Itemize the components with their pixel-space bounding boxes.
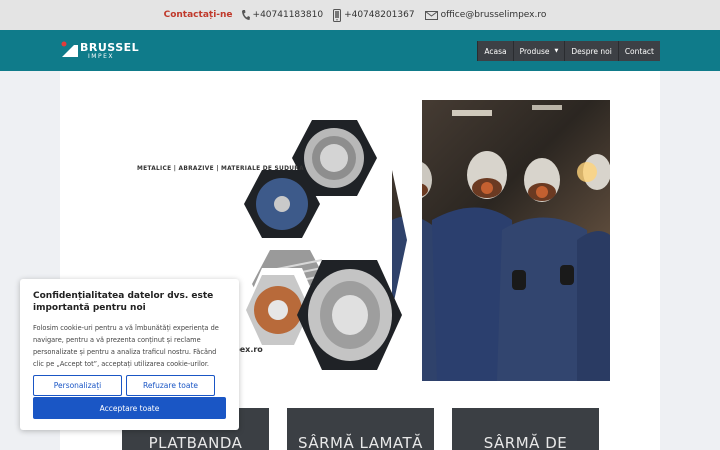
mobile-phone-icon bbox=[333, 8, 342, 22]
cookie-consent-dialog: Confidențialitatea datelor dvs. este imp… bbox=[20, 279, 239, 430]
cookie-description: Folosim cookie-uri pentru a vă îmbunătăț… bbox=[33, 324, 219, 368]
cookie-button-row: Personalizați Refuzare toate bbox=[33, 375, 215, 396]
menu-products-label: Produse bbox=[519, 46, 550, 56]
chevron-down-icon: ▼ bbox=[554, 48, 559, 54]
cookie-title: Confidențialitatea datelor dvs. este imp… bbox=[33, 291, 214, 313]
menu-item-about[interactable]: Despre noi bbox=[564, 41, 618, 61]
menu-home-label: Acasa bbox=[484, 46, 507, 56]
category-card-sarma-lamata[interactable]: SÂRMĂ LAMATĂ bbox=[287, 408, 434, 450]
brand-logo[interactable]: BRUSSEL IMPEX bbox=[60, 40, 140, 62]
customize-button[interactable]: Personalizați bbox=[33, 375, 122, 396]
phone-2-text: +40748201367 bbox=[344, 10, 415, 20]
category-title: SÂRMĂ DE bbox=[483, 434, 568, 450]
menu-item-home[interactable]: Acasa bbox=[477, 41, 513, 61]
contact-label: Contactați-ne bbox=[163, 10, 233, 20]
main-navbar: BRUSSEL IMPEX Acasa Produse ▼ Despre noi… bbox=[0, 30, 720, 71]
envelope-icon bbox=[424, 10, 438, 20]
menu-item-products[interactable]: Produse ▼ bbox=[512, 41, 565, 61]
menu-about-label: Despre noi bbox=[571, 46, 612, 56]
phone-1[interactable]: +40741183810 bbox=[241, 9, 324, 21]
phone-1-text: +40741183810 bbox=[252, 10, 324, 20]
category-title: PLATBANDA bbox=[148, 434, 243, 450]
top-contact-bar: Contactați-ne +40741183810 +40748201367 … bbox=[0, 0, 720, 30]
phone-2[interactable]: +40748201367 bbox=[333, 8, 415, 22]
category-title: SÂRMĂ LAMATĂ bbox=[298, 434, 423, 450]
welders-illustration bbox=[392, 105, 610, 381]
phone-icon bbox=[241, 10, 250, 20]
menu-contact-label: Contact bbox=[624, 46, 654, 56]
logo-mark-icon bbox=[61, 41, 78, 57]
category-card-sarma-de[interactable]: SÂRMĂ DE bbox=[452, 408, 599, 450]
hero-tagline: METALICE | ABRAZIVE | MATERIALE DE SUDUR… bbox=[137, 164, 304, 172]
email-link[interactable]: office@brusselimpex.ro bbox=[424, 10, 547, 20]
reject-all-button[interactable]: Refuzare toate bbox=[126, 375, 215, 396]
brand-subtitle: IMPEX bbox=[88, 53, 114, 60]
email-text: office@brusselimpex.ro bbox=[440, 10, 547, 20]
menu-item-contact[interactable]: Contact bbox=[617, 41, 660, 61]
accept-all-button[interactable]: Acceptare toate bbox=[33, 397, 226, 419]
main-menu: Acasa Produse ▼ Despre noi Contact bbox=[477, 41, 660, 61]
welders-photo bbox=[392, 100, 610, 381]
